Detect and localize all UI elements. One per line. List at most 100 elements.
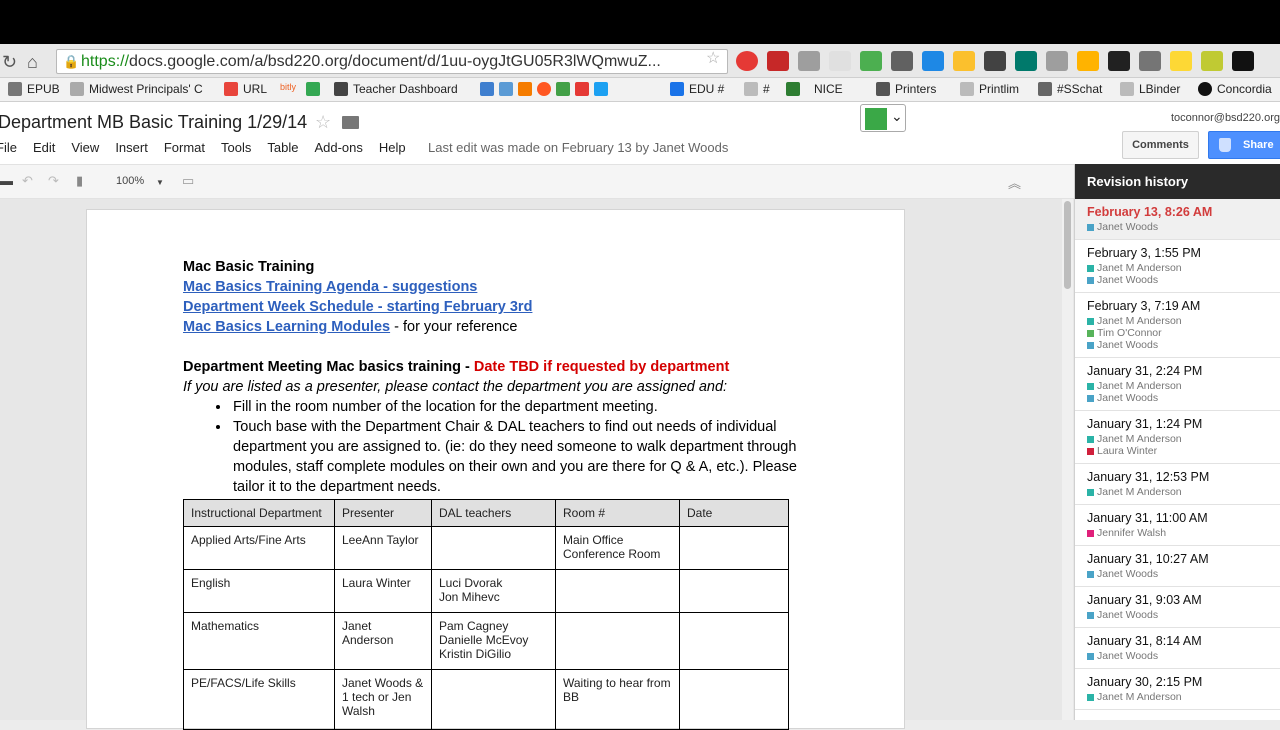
document-page[interactable]: Mac Basic Training Mac Basics Training A… <box>86 209 905 730</box>
addon-badge[interactable]: ⌄ <box>860 104 906 132</box>
menu-format[interactable]: Format <box>164 140 205 155</box>
menu-addons[interactable]: Add-ons <box>314 140 362 155</box>
table-header-row: Instructional Department Presenter DAL t… <box>183 499 789 527</box>
author-color-swatch <box>1087 276 1094 284</box>
list-item: Fill in the room number of the location … <box>231 397 811 417</box>
chart-icon[interactable] <box>518 82 532 96</box>
revision-author: Janet M Anderson <box>1087 486 1268 498</box>
revision-item[interactable]: January 30, 2:15 PM Janet M Anderson <box>1075 669 1280 710</box>
collapse-icon[interactable]: ︽ <box>1008 173 1021 192</box>
url-bar[interactable]: 🔒 https://docs.google.com/a/bsd220.org/d… <box>56 49 728 74</box>
extension-icon[interactable] <box>922 51 944 71</box>
author-name: Janet M Anderson <box>1097 380 1182 392</box>
author-color-swatch <box>1087 611 1094 619</box>
revision-item[interactable]: January 31, 8:14 AM Janet Woods <box>1075 628 1280 669</box>
extension-icon[interactable] <box>736 51 758 71</box>
extension-icon[interactable] <box>829 51 851 71</box>
bookmark-item[interactable]: Printlim <box>960 82 1019 96</box>
author-color-swatch <box>1087 570 1094 578</box>
schedule-link[interactable]: Department Week Schedule - starting Febr… <box>183 299 532 315</box>
revision-item[interactable]: January 31, 9:03 AM Janet Woods <box>1075 587 1280 628</box>
revision-item[interactable]: February 3, 7:19 AM Janet M Anderson Tim O… <box>1075 293 1280 358</box>
extension-icon[interactable] <box>1201 51 1223 71</box>
paint-format-icon[interactable]: ▮ <box>76 173 83 189</box>
last-edit-link[interactable]: Last edit was made on February 13 by Jan… <box>428 140 728 155</box>
revision-item[interactable]: February 13, 8:26 AM Janet Woods <box>1075 199 1280 240</box>
bookmark-item[interactable] <box>786 82 800 96</box>
print-icon[interactable]: ▬ <box>0 173 13 188</box>
reload-icon[interactable]: ↻ <box>2 52 17 73</box>
bookmark-item[interactable]: # <box>744 82 770 96</box>
pocket-icon[interactable] <box>575 82 589 96</box>
zoom-select[interactable]: 100% <box>116 175 144 187</box>
document-scrollbar[interactable] <box>1062 199 1073 720</box>
revision-item[interactable]: January 31, 12:53 PM Janet M Anderson <box>1075 464 1280 505</box>
extension-icon[interactable] <box>1015 51 1037 71</box>
lock-icon <box>1219 138 1231 152</box>
menu-view[interactable]: View <box>71 140 99 155</box>
bookmark-item[interactable]: EPUB <box>8 82 60 96</box>
redo-icon[interactable]: ↷ <box>48 173 59 189</box>
menu-table[interactable]: Table <box>267 140 298 155</box>
menu-file[interactable]: File <box>0 140 17 155</box>
bookmark-item[interactable]: #SSchat <box>1038 82 1102 96</box>
extension-icon[interactable] <box>1170 51 1192 71</box>
table-cell: Applied Arts/Fine Arts <box>183 526 335 570</box>
agenda-link[interactable]: Mac Basics Training Agenda - suggestions <box>183 279 477 295</box>
bookmark-star-icon[interactable]: ☆ <box>706 48 720 68</box>
bookmark-item[interactable]: URL <box>224 82 267 96</box>
bookmark-item[interactable]: NICE <box>814 82 843 96</box>
home-icon[interactable]: ⌂ <box>27 52 38 73</box>
bookmark-item[interactable]: bitly <box>280 82 296 92</box>
extension-icon[interactable] <box>1139 51 1161 71</box>
revision-item[interactable]: January 31, 1:24 PM Janet M Anderson Laura… <box>1075 411 1280 464</box>
extension-icon[interactable] <box>891 51 913 71</box>
revision-author: Janet Woods <box>1087 568 1268 580</box>
extension-icon[interactable] <box>1046 51 1068 71</box>
bookmark-item[interactable]: Concordia <box>1198 82 1272 96</box>
grid-icon[interactable] <box>499 82 513 96</box>
table-cell: Laura Winter <box>334 569 432 613</box>
extension-icon[interactable] <box>1108 51 1130 71</box>
menu-tools[interactable]: Tools <box>221 140 251 155</box>
revision-item[interactable]: January 31, 2:24 PM Janet M Anderson Janet… <box>1075 358 1280 411</box>
revision-item[interactable]: February 3, 1:55 PM Janet M Anderson Janet… <box>1075 240 1280 293</box>
extension-icon[interactable] <box>984 51 1006 71</box>
bookmark-item[interactable]: Midwest Principals' C <box>70 82 203 96</box>
folder-icon[interactable] <box>342 116 359 129</box>
calendar-icon[interactable] <box>480 82 494 96</box>
document-title[interactable]: Department MB Basic Training 1/29/14 <box>0 112 307 133</box>
scrollbar-thumb[interactable] <box>1064 201 1071 289</box>
bookmark-item[interactable]: Teacher Dashboard <box>334 82 458 96</box>
twitter-icon[interactable] <box>594 82 608 96</box>
blogger-icon[interactable] <box>537 82 551 96</box>
menu-edit[interactable]: Edit <box>33 140 55 155</box>
revision-item[interactable]: January 31, 11:00 AM Jennifer Walsh <box>1075 505 1280 546</box>
drive-icon[interactable] <box>306 82 320 96</box>
revision-item[interactable]: January 31, 10:27 AM Janet Woods <box>1075 546 1280 587</box>
comments-button[interactable]: Comments <box>1122 131 1199 159</box>
extension-icon[interactable] <box>860 51 882 71</box>
extension-icon[interactable] <box>1232 51 1254 71</box>
extension-icon[interactable] <box>767 51 789 71</box>
author-color-swatch <box>1087 223 1094 231</box>
bookmark-item[interactable]: LBinder <box>1120 82 1180 96</box>
table-cell <box>679 569 789 613</box>
account-email[interactable]: toconnor@bsd220.org <box>1171 112 1280 124</box>
document-body[interactable]: Mac Basic Training Mac Basics Training A… <box>183 257 823 497</box>
feedly-icon[interactable] <box>556 82 570 96</box>
table-cell <box>679 612 789 670</box>
star-icon[interactable]: ☆ <box>315 112 331 133</box>
menu-insert[interactable]: Insert <box>115 140 148 155</box>
comment-icon[interactable]: ▭ <box>182 173 194 189</box>
modules-link[interactable]: Mac Basics Learning Modules <box>183 319 390 335</box>
bookmark-item[interactable]: EDU # <box>670 82 724 96</box>
extension-icon[interactable] <box>1077 51 1099 71</box>
bookmark-item[interactable]: Printers <box>876 82 936 96</box>
menu-help[interactable]: Help <box>379 140 406 155</box>
share-button[interactable]: Share <box>1208 131 1280 159</box>
extension-icon[interactable] <box>953 51 975 71</box>
undo-icon[interactable]: ↶ <box>22 173 33 189</box>
extension-icon[interactable] <box>798 51 820 71</box>
heading: Mac Basic Training <box>183 259 315 275</box>
